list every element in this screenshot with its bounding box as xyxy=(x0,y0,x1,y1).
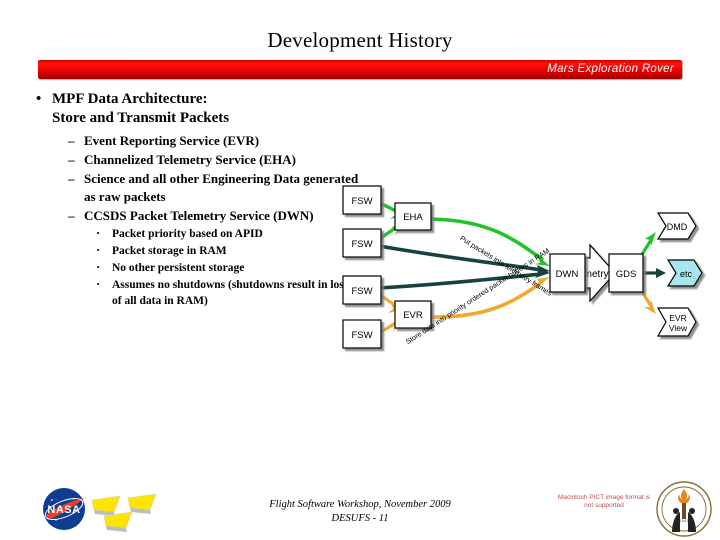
arrowhead-gds-to-etc xyxy=(656,268,666,278)
bullet-level1-line2: Store and Transmit Packets xyxy=(52,110,230,126)
node-etc-label: etc xyxy=(680,269,693,279)
pict-not-supported-note: Macintosh PICT image format is not suppo… xyxy=(557,494,651,509)
nasa-jpl-logo: NASA xyxy=(36,484,166,534)
caltech-torch-handle-icon xyxy=(682,503,686,519)
bullet-marker-dash: – xyxy=(68,208,75,223)
bullet-level2-item: – Science and all other Engineering Data… xyxy=(68,170,360,206)
bullet-level3-text: Assumes no shutdowns (shutdowns result i… xyxy=(112,279,349,307)
bullet-level1-text: MPF Data Architecture: Store and Transmi… xyxy=(52,90,360,128)
node-fsw-1-label: FSW xyxy=(351,196,372,207)
node-evr-view-label-line2: View xyxy=(669,323,688,333)
bullet-level3-text: Packet storage in RAM xyxy=(112,245,227,257)
nasa-wordmark: NASA xyxy=(47,504,80,516)
node-eha-label: EHA xyxy=(403,212,423,223)
banner-label: Mars Exploration Rover xyxy=(547,63,674,75)
bullet-level2-item: – CCSDS Packet Telemetry Service (DWN) xyxy=(68,207,360,225)
bullet-level3-text: Packet priority based on APID xyxy=(112,228,263,240)
bullet-content: • MPF Data Architecture: Store and Trans… xyxy=(30,90,360,310)
nasa-star-icon xyxy=(55,519,57,521)
bullet-marker-dash: – xyxy=(68,133,75,148)
node-fsw-3-label: FSW xyxy=(351,286,372,297)
node-fsw-4-label: FSW xyxy=(351,330,372,341)
bullet-marker-middot: · xyxy=(96,276,101,291)
bullet-level2-text: Event Reporting Service (EVR) xyxy=(84,133,260,148)
bullet-level2-item: – Event Reporting Service (EVR) xyxy=(68,132,360,150)
nasa-star-icon xyxy=(73,498,75,500)
caltech-seal-year: 1891 xyxy=(680,518,690,523)
node-dwn-label: DWN xyxy=(556,269,579,280)
bullet-level1: • MPF Data Architecture: Store and Trans… xyxy=(30,90,360,128)
jpl-wedges-icon xyxy=(91,493,157,532)
title-banner: Mars Exploration Rover xyxy=(38,60,682,79)
bullet-level2-text: CCSDS Packet Telemetry Service (DWN) xyxy=(84,208,314,223)
caltech-figure-right-head-icon xyxy=(689,508,695,514)
bullet-marker-dash: – xyxy=(68,152,75,167)
bullet-level1-line1: MPF Data Architecture: xyxy=(52,91,208,107)
bullet-marker-middot: · xyxy=(96,225,101,240)
node-dmd-label: DMD xyxy=(667,222,688,232)
bullet-level3-item: · No other persistent storage xyxy=(96,260,360,276)
arrowhead-gds-to-dmd xyxy=(645,232,656,246)
bullet-marker-dash: – xyxy=(68,171,75,186)
bullet-level2-text: Science and all other Engineering Data g… xyxy=(84,171,359,204)
node-evr-view-label-line1: EVR xyxy=(669,313,686,323)
caltech-logo: Macintosh PICT image format is not suppo… xyxy=(556,480,716,538)
bullet-level3-item: · Packet priority based on APID xyxy=(96,226,360,242)
bullet-marker-middot: · xyxy=(96,259,101,274)
bullet-marker-dot: • xyxy=(36,91,42,107)
bullet-level2-text: Channelized Telemetry Service (EHA) xyxy=(84,152,296,167)
bullet-level3-item: · Assumes no shutdowns (shutdowns result… xyxy=(96,277,360,309)
bullet-level3-text: No other persistent storage xyxy=(112,262,245,274)
bullet-marker-middot: · xyxy=(96,242,101,257)
caltech-figure-left-head-icon xyxy=(673,508,679,514)
annotation-put-packets: Put packets into telemetry frames xyxy=(458,234,554,298)
node-evr-label: EVR xyxy=(403,310,423,321)
data-flow-diagram: Telemetry FSW EHA FSW FSW EVR FSW DWN GD… xyxy=(338,178,713,358)
node-fsw-2-label: FSW xyxy=(351,239,372,250)
page-title: Development History xyxy=(267,28,453,52)
annotation-put-packets-text: Put packets into telemetry frames xyxy=(458,234,554,298)
nasa-star-icon xyxy=(51,499,53,501)
bullet-level3-item: · Packet storage in RAM xyxy=(96,243,360,259)
bullet-level2-item: – Channelized Telemetry Service (EHA) xyxy=(68,151,360,169)
node-gds-label: GDS xyxy=(616,269,637,280)
